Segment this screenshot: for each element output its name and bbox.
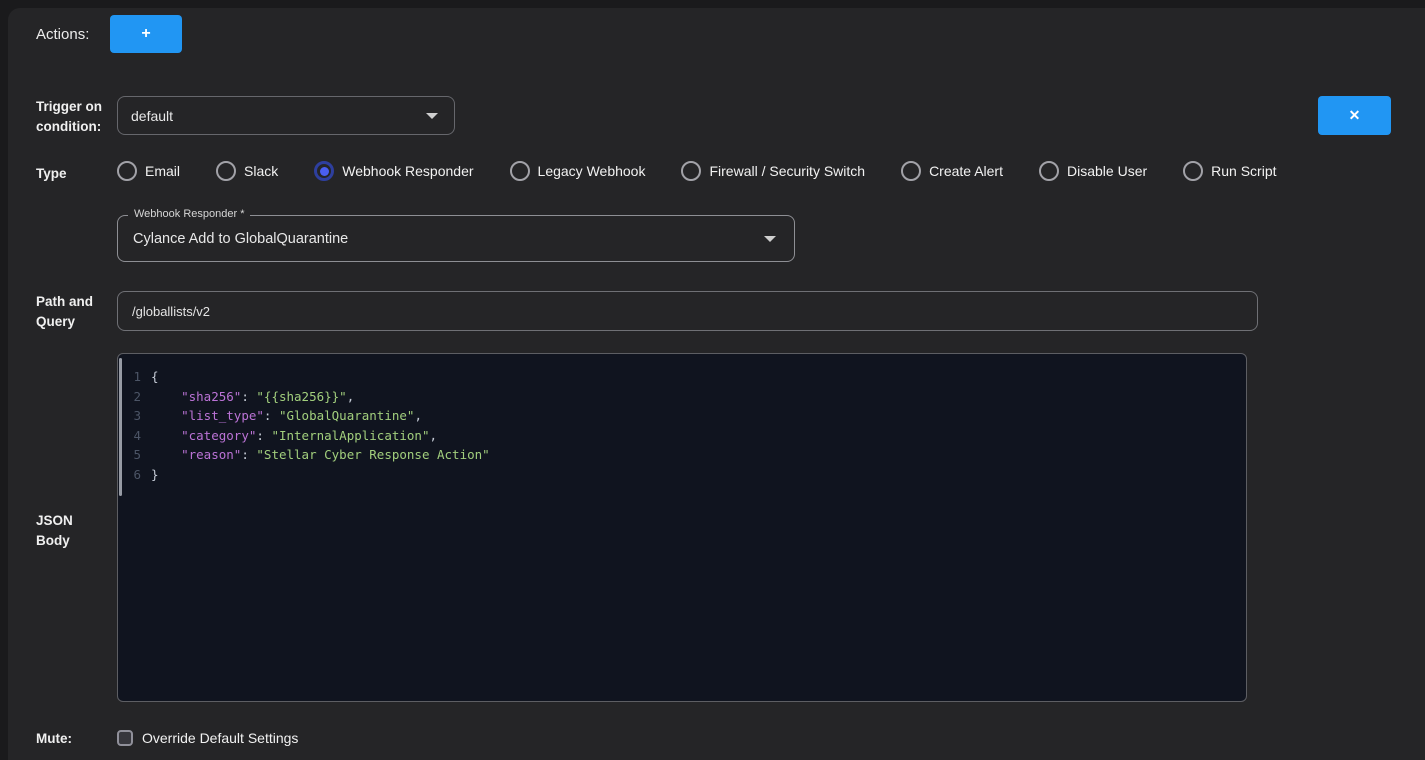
radio-disable-user[interactable]: Disable User [1039,161,1147,181]
add-action-button[interactable]: + [110,15,182,53]
code-line: 1{ [118,367,1246,387]
mute-label: Mute: [36,729,72,749]
line-number: 6 [118,465,151,485]
path-and-query-input[interactable] [117,291,1258,331]
type-radio-group: Email Slack Webhook Responder Legacy Web… [117,157,1277,185]
radio-email[interactable]: Email [117,161,180,181]
chevron-down-icon [764,236,776,242]
radio-icon [216,161,236,181]
radio-icon [510,161,530,181]
checkbox-icon[interactable] [117,730,133,746]
webhook-responder-select[interactable]: Webhook Responder * Cylance Add to Globa… [117,215,795,262]
trigger-condition-label: Trigger on condition: [36,97,108,137]
webhook-responder-value: Cylance Add to GlobalQuarantine [118,231,764,247]
editor-scrollbar[interactable] [119,358,122,496]
actions-label: Actions: [36,26,89,43]
radio-icon [117,161,137,181]
radio-icon [314,161,334,181]
code-line: 4 "category": "InternalApplication", [118,426,1246,446]
code-line: 6} [118,465,1246,485]
json-body-editor[interactable]: 1{2 "sha256": "{{sha256}}",3 "list_type"… [117,353,1247,702]
radio-icon [1039,161,1059,181]
override-default-settings-option[interactable]: Override Default Settings [117,727,298,749]
radio-icon [681,161,701,181]
line-number: 4 [118,426,151,446]
type-label: Type [36,164,67,184]
line-number: 5 [118,445,151,465]
trigger-condition-select[interactable]: default [117,96,455,135]
code-line: 5 "reason": "Stellar Cyber Response Acti… [118,445,1246,465]
radio-webhook-responder[interactable]: Webhook Responder [314,161,473,181]
radio-legacy-webhook[interactable]: Legacy Webhook [510,161,646,181]
code-line: 3 "list_type": "GlobalQuarantine", [118,406,1246,426]
webhook-responder-select-label: Webhook Responder * [128,208,250,220]
override-default-settings-label: Override Default Settings [142,730,298,746]
radio-run-script[interactable]: Run Script [1183,161,1276,181]
code-line: 2 "sha256": "{{sha256}}", [118,387,1246,407]
json-body-label: JSON Body [36,511,86,551]
line-number: 2 [118,387,151,407]
close-icon: ✕ [1349,107,1361,124]
code-lines: 1{2 "sha256": "{{sha256}}",3 "list_type"… [118,367,1246,484]
radio-icon [901,161,921,181]
radio-firewall-security-switch[interactable]: Firewall / Security Switch [681,161,865,181]
trigger-condition-value: default [118,108,426,124]
plus-icon: + [141,25,150,43]
line-number: 3 [118,406,151,426]
chevron-down-icon [426,113,438,119]
radio-slack[interactable]: Slack [216,161,278,181]
radio-icon [1183,161,1203,181]
path-and-query-label: Path and Query [36,292,102,332]
line-number: 1 [118,367,151,387]
radio-create-alert[interactable]: Create Alert [901,161,1003,181]
remove-action-button[interactable]: ✕ [1318,96,1391,135]
